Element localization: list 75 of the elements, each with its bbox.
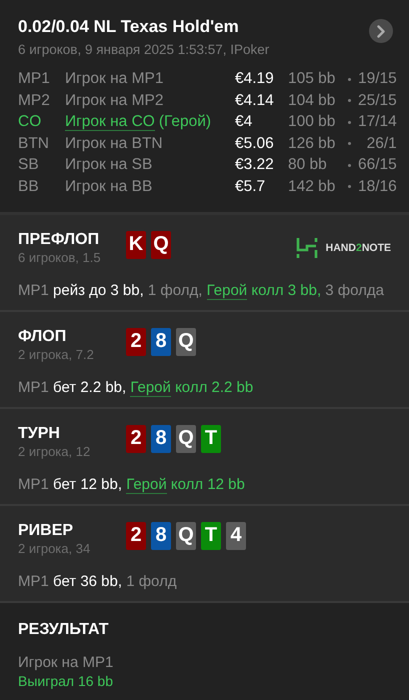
win-amount: Выиграл 16 bb — [18, 672, 114, 688]
action-line: MP1 бет 36 bb, 1 фолд — [18, 572, 178, 590]
player-bb: 142 bb — [288, 178, 336, 196]
separator-dot — [348, 99, 351, 102]
street-title: ПРЕФЛОП — [18, 230, 100, 248]
hero-link[interactable]: Герой — [130, 378, 171, 396]
playing-card: Q — [151, 230, 171, 258]
player-stack: €3.22 — [235, 156, 275, 174]
player-stack: €5.7 — [235, 178, 266, 196]
player-position: SB — [18, 156, 40, 174]
playing-card: 8 — [151, 424, 171, 452]
player-name[interactable]: Игрок на SB — [65, 156, 152, 173]
hero-tag: (Герой) — [158, 113, 212, 130]
player-stats: 25/15 — [358, 92, 397, 110]
chevron-icon — [377, 24, 385, 38]
player-bb: 100 bb — [288, 113, 336, 131]
player-name[interactable]: Игрок на CO — [65, 113, 155, 131]
separator-dot — [348, 142, 351, 145]
player-stack: €4.19 — [235, 70, 275, 88]
hand-info: 6 игроков, 9 января 2025 1:53:57, IPoker — [18, 42, 270, 57]
player-stats: 66/15 — [358, 156, 397, 174]
playing-card: 2 — [126, 424, 146, 452]
playing-card: T — [201, 424, 221, 452]
action-line: MP1 рейз до 3 bb, 1 фолд, Герой колл 3 bb, 3 фолда — [18, 282, 386, 298]
player-name[interactable]: Игрок на MP2 — [65, 92, 164, 108]
player-stats: 17/14 — [358, 113, 397, 131]
playing-card: Q — [176, 522, 196, 550]
playing-card: 2 — [126, 328, 146, 356]
player-bb: 126 bb — [288, 134, 336, 152]
playing-card: T — [201, 522, 221, 550]
separator-dot — [348, 185, 351, 188]
player-stats: 26/1 — [366, 134, 397, 152]
player-position: CO — [18, 113, 42, 131]
result-title: РЕЗУЛЬТАТ — [18, 620, 110, 638]
player-bb: 80 bb — [288, 156, 328, 174]
playing-card: 8 — [151, 328, 171, 356]
player-stack: €4.14 — [235, 92, 275, 110]
player-stack: €5.06 — [235, 134, 275, 152]
playing-card: Q — [176, 328, 196, 356]
player-bb: 105 bb — [288, 70, 336, 88]
next-button[interactable] — [369, 19, 393, 43]
winner-name: Игрок на MP1 — [18, 654, 114, 670]
player-stack: €4 — [235, 113, 254, 131]
action-line: MP1 бет 2.2 bb, Герой колл 2.2 bb — [18, 378, 254, 396]
hero-link[interactable]: Герой — [206, 282, 248, 300]
street-info: 2 игрока, 7.2 — [18, 346, 95, 362]
player-stats: 18/16 — [358, 178, 397, 196]
player-position: BTN — [18, 134, 50, 152]
player-position: BB — [18, 178, 40, 196]
player-name[interactable]: Игрок на MP1 — [65, 70, 164, 87]
hero-link[interactable]: Герой — [126, 476, 167, 494]
player-position: MP1 — [18, 70, 51, 88]
street-info: 2 игрока, 34 — [18, 540, 92, 556]
logo-text: HAND2NOTE — [326, 242, 391, 254]
action-line: MP1 бет 12 bb, Герой колл 12 bb — [18, 476, 246, 492]
player-name[interactable]: Игрок на BB — [65, 178, 152, 194]
separator-dot — [348, 120, 351, 124]
logo-icon — [296, 236, 318, 258]
player-name[interactable]: Игрок на BTN — [65, 134, 163, 152]
playing-card: 4 — [226, 522, 246, 550]
playing-card: Q — [176, 424, 196, 452]
playing-card: 8 — [151, 522, 171, 550]
street-info: 6 игроков, 1.5 — [18, 250, 102, 264]
street-title: ФЛОП — [18, 328, 68, 346]
separator-dot — [348, 164, 351, 166]
street-title: ТУРН — [18, 424, 61, 442]
playing-card: K — [126, 230, 146, 258]
playing-card: 2 — [126, 522, 146, 550]
street-info: 2 игрока, 12 — [18, 444, 92, 458]
separator-dot — [348, 78, 351, 80]
hand-title: 0.02/0.04 NL Texas Hold'em — [18, 17, 240, 37]
player-stats: 19/15 — [358, 70, 397, 88]
player-bb: 104 bb — [288, 92, 336, 110]
street-title: РИВЕР — [18, 522, 74, 540]
player-position: MP2 — [18, 92, 51, 110]
